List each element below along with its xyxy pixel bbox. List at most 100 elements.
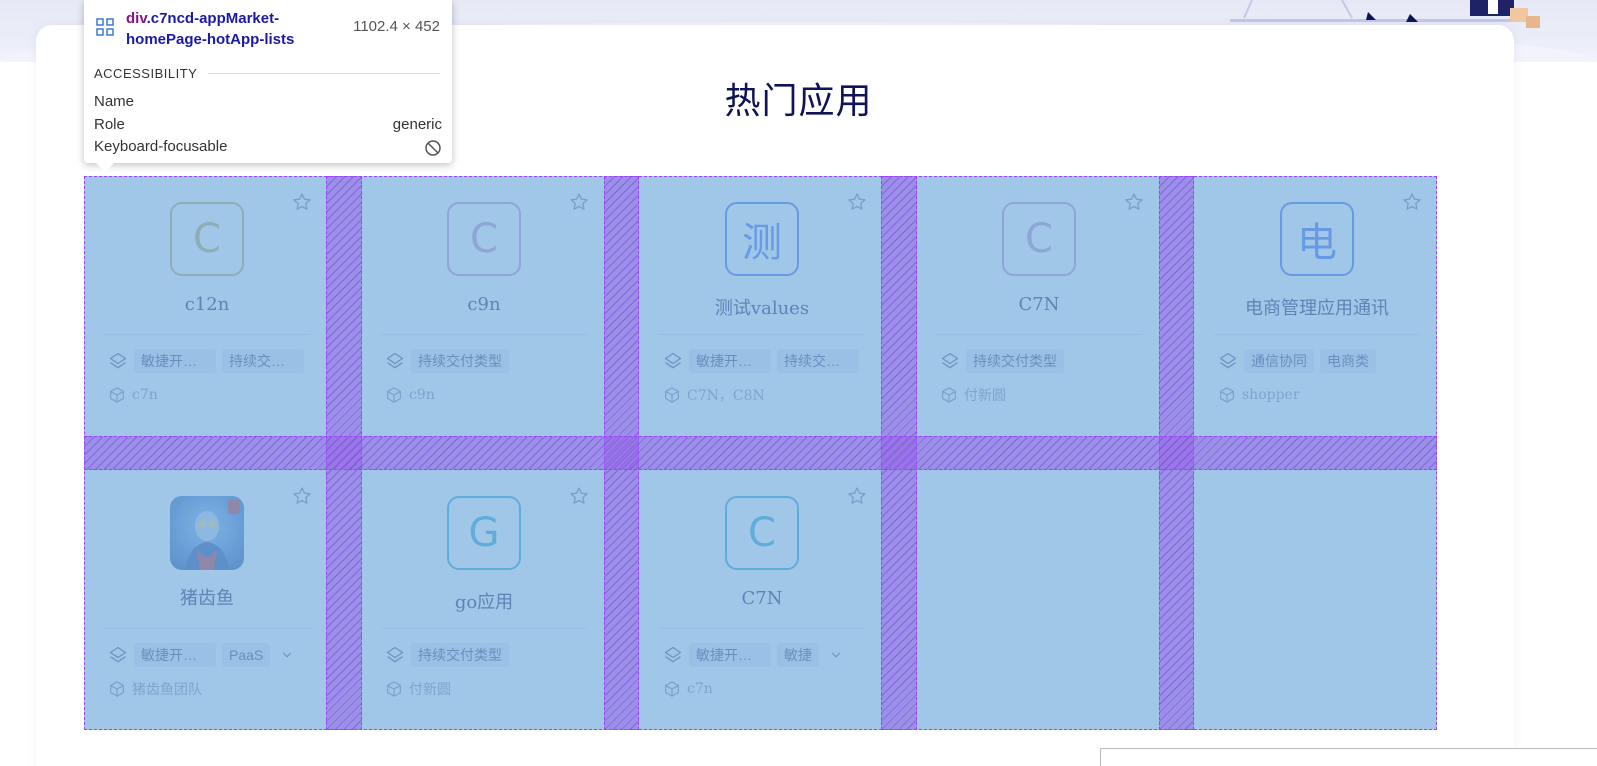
ultraman-avatar-icon: [184, 500, 240, 570]
cube-icon: [665, 387, 679, 403]
owner-row: 付新圆: [940, 384, 1006, 406]
tag-row: 敏捷开发类型 持续交付类型: [108, 348, 318, 374]
app-logo-text: G: [468, 510, 500, 556]
app-card[interactable]: C c9n 持续交付类型 c9n: [361, 176, 607, 442]
a11y-role-row: Role generic: [94, 116, 442, 136]
app-name[interactable]: C7N: [639, 588, 885, 609]
tag-row: 持续交付类型: [940, 348, 1150, 374]
app-card[interactable]: 猪齿鱼 敏捷开发类型 PaaS 猪齿鱼团队: [84, 470, 330, 736]
app-logo: 电: [1280, 202, 1354, 276]
layers-icon: [1219, 352, 1237, 369]
type-tag: 电商类: [1320, 349, 1376, 373]
tag-row: 持续交付类型: [385, 642, 595, 668]
type-tag: 持续交付类型: [411, 643, 509, 667]
blocked-icon: [425, 140, 441, 156]
app-name[interactable]: 猪齿鱼: [84, 584, 330, 610]
app-logo-image: [170, 496, 244, 570]
devtools-tooltip: div.c7ncd-appMarket-homePage-hotApp-list…: [84, 0, 452, 163]
app-logo: C: [725, 496, 799, 570]
app-card[interactable]: C C7N 敏捷开发类型 敏捷 c7n: [639, 470, 885, 736]
card-divider: [1214, 334, 1420, 335]
app-logo-text: C: [748, 510, 776, 556]
card-divider: [381, 334, 587, 335]
owner-name: c7n: [132, 387, 158, 403]
app-logo-text: C: [470, 216, 498, 262]
star-icon[interactable]: [292, 486, 312, 506]
app-name[interactable]: 测试values: [639, 294, 885, 320]
star-icon[interactable]: [569, 486, 589, 506]
app-logo-text: 测: [742, 220, 782, 266]
app-card[interactable]: G go应用 持续交付类型 付新圆: [361, 470, 607, 736]
type-tag: 敏捷: [777, 643, 819, 667]
tag-row: 通信协同 电商类: [1218, 348, 1428, 374]
tooltip-header: div.c7ncd-appMarket-homePage-hotApp-list…: [94, 8, 442, 50]
cube-icon: [1220, 387, 1234, 403]
app-name[interactable]: C7N: [916, 294, 1162, 315]
app-name[interactable]: 电商管理应用通讯: [1194, 294, 1440, 320]
hot-app-list: C c12n 敏捷开发类型 持续交付类型 c7n C c9n 持续交付类型 c9…: [84, 176, 1464, 743]
card-divider: [381, 628, 587, 629]
owner-row: c7n: [663, 678, 713, 700]
owner-row: C7N，C8N: [663, 384, 765, 406]
app-logo-text: C: [193, 216, 221, 262]
owner-row: shopper: [1218, 384, 1300, 406]
star-icon[interactable]: [1402, 192, 1422, 212]
tag-row: 持续交付类型: [385, 348, 595, 374]
star-icon[interactable]: [847, 486, 867, 506]
layers-icon: [386, 352, 404, 369]
chevron-down-icon[interactable]: [829, 648, 843, 662]
type-tag: 敏捷开发类型: [134, 349, 216, 373]
app-name[interactable]: c12n: [84, 294, 330, 315]
element-tag: div: [126, 10, 147, 27]
owner-name: C7N，C8N: [687, 388, 765, 404]
card-divider: [659, 628, 865, 629]
layers-icon: [386, 646, 404, 663]
app-logo-text: 电: [1297, 220, 1337, 266]
owner-row: 付新圆: [385, 678, 451, 700]
owner-name: shopper: [1242, 387, 1300, 403]
layers-icon: [664, 646, 682, 663]
app-card[interactable]: C c12n 敏捷开发类型 持续交付类型 c7n: [84, 176, 330, 442]
cube-icon: [110, 681, 124, 697]
star-icon[interactable]: [1124, 192, 1144, 212]
type-tag: 持续交付类型: [222, 349, 304, 373]
card-divider: [659, 334, 865, 335]
element-selector: div.c7ncd-appMarket-homePage-hotApp-list…: [126, 8, 346, 50]
star-icon[interactable]: [847, 192, 867, 212]
owner-name: c9n: [409, 387, 435, 403]
owner-row: c9n: [385, 384, 435, 406]
owner-name: 付新圆: [964, 388, 1006, 404]
layers-icon: [941, 352, 959, 369]
app-card[interactable]: 电 电商管理应用通讯 通信协同 电商类 shopper: [1194, 176, 1440, 442]
owner-row: c7n: [108, 384, 158, 406]
app-name[interactable]: go应用: [361, 588, 607, 614]
app-card[interactable]: C C7N 持续交付类型 付新圆: [916, 176, 1162, 442]
layers-icon: [664, 352, 682, 369]
layers-icon: [109, 352, 127, 369]
star-icon[interactable]: [292, 192, 312, 212]
type-tag: 敏捷开发类型: [689, 643, 771, 667]
cube-icon: [942, 387, 956, 403]
app-card[interactable]: 测 测试values 敏捷开发类型 持续交付类型 C7N，C8N: [639, 176, 885, 442]
a11y-focusable-row: Keyboard-focusable: [94, 138, 442, 158]
a11y-label: Name: [94, 93, 135, 110]
app-name[interactable]: c9n: [361, 294, 607, 315]
app-logo: G: [447, 496, 521, 570]
type-tag: 敏捷开发类型: [689, 349, 771, 373]
type-tag: PaaS: [222, 643, 271, 667]
owner-name: 猪齿鱼团队: [132, 682, 202, 698]
cube-icon: [110, 387, 124, 403]
card-divider: [104, 628, 310, 629]
cube-icon: [665, 681, 679, 697]
tag-row: 敏捷开发类型 敏捷: [663, 642, 873, 668]
type-tag: 持续交付类型: [777, 349, 859, 373]
type-tag: 敏捷开发类型: [134, 643, 216, 667]
bottom-right-panel-edge: [1100, 748, 1597, 766]
app-logo: 测: [725, 202, 799, 276]
owner-name: 付新圆: [409, 682, 451, 698]
star-icon[interactable]: [569, 192, 589, 212]
type-tag: 持续交付类型: [411, 349, 509, 373]
chevron-down-icon[interactable]: [280, 648, 294, 662]
cube-icon: [387, 681, 401, 697]
a11y-label: Keyboard-focusable: [94, 138, 228, 155]
